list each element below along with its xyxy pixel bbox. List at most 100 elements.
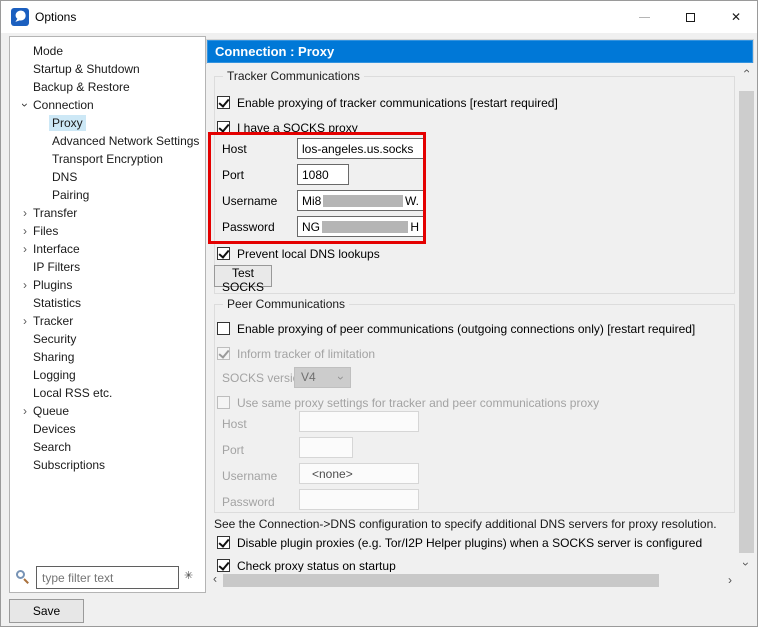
scroll-right-icon[interactable]: › <box>722 572 738 588</box>
filter-bar: ✳ <box>10 565 205 592</box>
filter-input[interactable] <box>36 566 179 589</box>
username-suffix: W. <box>405 194 419 208</box>
username-input[interactable]: Mi8 W. <box>297 190 424 211</box>
peer-host-input <box>299 411 419 432</box>
close-button[interactable]: ✕ <box>713 1 758 33</box>
inform-tracker-checkbox <box>217 347 230 360</box>
group-title: Tracker Communications <box>223 69 364 83</box>
chevron-right-icon[interactable]: › <box>19 204 31 222</box>
vertical-scrollbar-thumb[interactable] <box>739 91 754 553</box>
scroll-up-icon[interactable]: › <box>738 63 754 79</box>
disable-plugin-proxies-checkbox[interactable] <box>217 536 230 549</box>
vuze-logo-icon <box>11 8 29 26</box>
peer-username-label: Username <box>222 469 277 483</box>
host-input[interactable] <box>297 138 425 159</box>
port-label: Port <box>222 168 244 182</box>
chevron-right-icon[interactable]: › <box>19 240 31 258</box>
sidebar-item-pairing[interactable]: Pairing <box>10 186 205 204</box>
sidebar-item-interface[interactable]: ›Interface <box>10 240 205 258</box>
sidebar-item-statistics[interactable]: Statistics <box>10 294 205 312</box>
socks-version-value: V4 <box>301 370 316 384</box>
prevent-dns-label: Prevent local DNS lookups <box>237 247 380 261</box>
save-button[interactable]: Save <box>9 599 84 623</box>
minimize-button[interactable] <box>621 1 667 33</box>
sidebar-item-connection[interactable]: ›Connection <box>10 96 205 114</box>
prevent-dns-checkbox[interactable] <box>217 247 230 260</box>
peer-password-label: Password <box>222 495 275 509</box>
group-title: Peer Communications <box>223 297 349 311</box>
chevron-down-icon[interactable]: › <box>16 99 34 111</box>
peer-port-label: Port <box>222 443 244 457</box>
password-input[interactable]: NG H <box>297 216 424 237</box>
sidebar-item-proxy[interactable]: Proxy <box>10 114 205 132</box>
sidebar-item-startup-shutdown[interactable]: Startup & Shutdown <box>10 60 205 78</box>
chevron-right-icon[interactable]: › <box>19 222 31 240</box>
username-label: Username <box>222 194 277 208</box>
sidebar-item-queue[interactable]: ›Queue <box>10 402 205 420</box>
chevron-right-icon[interactable]: › <box>19 276 31 294</box>
sidebar-item-security[interactable]: Security <box>10 330 205 348</box>
inform-tracker-label: Inform tracker of limitation <box>237 347 375 361</box>
sidebar-item-backup-restore[interactable]: Backup & Restore <box>10 78 205 96</box>
enable-tracker-proxy-label: Enable proxying of tracker communication… <box>237 96 558 110</box>
peer-username-input <box>299 463 419 484</box>
horizontal-scrollbar-thumb[interactable] <box>223 574 659 587</box>
enable-peer-proxy-checkbox[interactable] <box>217 322 230 335</box>
password-label: Password <box>222 220 275 234</box>
options-tree: Mode Startup & Shutdown Backup & Restore… <box>9 36 206 593</box>
vertical-scrollbar[interactable]: › › <box>738 63 755 572</box>
peer-port-input <box>299 437 353 458</box>
sidebar-item-devices[interactable]: Devices <box>10 420 205 438</box>
minimize-icon <box>639 17 650 18</box>
test-socks-button[interactable]: Test SOCKS <box>214 265 272 287</box>
check-proxy-status-checkbox[interactable] <box>217 559 230 572</box>
enable-tracker-proxy-checkbox[interactable] <box>217 96 230 109</box>
sidebar-item-plugins[interactable]: ›Plugins <box>10 276 205 294</box>
sidebar-item-search[interactable]: Search <box>10 438 205 456</box>
have-socks-proxy-label: I have a SOCKS proxy <box>237 121 358 135</box>
host-label: Host <box>222 142 247 156</box>
sidebar-item-sharing[interactable]: Sharing <box>10 348 205 366</box>
check-proxy-status-label: Check proxy status on startup <box>237 559 396 572</box>
sidebar-item-transport-encryption[interactable]: Transport Encryption <box>10 150 205 168</box>
socks-version-dropdown: V4 › <box>294 367 351 388</box>
panel-content: Tracker Communications Enable proxying o… <box>207 63 738 572</box>
dns-note: See the Connection->DNS configuration to… <box>214 517 717 531</box>
sidebar-item-local-rss[interactable]: Local RSS etc. <box>10 384 205 402</box>
sidebar-item-advanced-network-settings[interactable]: Advanced Network Settings <box>10 132 205 150</box>
disable-plugin-proxies-label: Disable plugin proxies (e.g. Tor/I2P Hel… <box>237 536 702 550</box>
chevron-down-icon: › <box>332 372 350 384</box>
maximize-button[interactable] <box>667 1 713 33</box>
search-icon <box>15 569 31 585</box>
scroll-down-icon[interactable]: › <box>738 556 754 572</box>
sidebar-item-subscriptions[interactable]: Subscriptions <box>10 456 205 474</box>
sidebar-item-ip-filters[interactable]: IP Filters <box>10 258 205 276</box>
redaction-block <box>322 221 408 233</box>
sidebar-item-files[interactable]: ›Files <box>10 222 205 240</box>
password-prefix: NG <box>302 220 320 234</box>
sidebar-item-logging[interactable]: Logging <box>10 366 205 384</box>
tree-list: Mode Startup & Shutdown Backup & Restore… <box>10 42 205 474</box>
chevron-right-icon[interactable]: › <box>19 312 31 330</box>
port-input[interactable] <box>297 164 349 185</box>
have-socks-proxy-checkbox[interactable] <box>217 121 230 134</box>
maximize-icon <box>686 13 695 22</box>
page-title: Connection : Proxy <box>207 40 753 63</box>
same-proxy-label: Use same proxy settings for tracker and … <box>237 396 599 410</box>
enable-peer-proxy-label: Enable proxying of peer communications (… <box>237 322 695 336</box>
clear-filter-icon[interactable]: ✳ <box>184 569 193 582</box>
titlebar: Options ✕ <box>1 1 758 33</box>
sidebar-item-dns[interactable]: DNS <box>10 168 205 186</box>
sidebar-item-transfer[interactable]: ›Transfer <box>10 204 205 222</box>
sidebar-item-tracker[interactable]: ›Tracker <box>10 312 205 330</box>
horizontal-scrollbar[interactable]: › › <box>207 572 738 589</box>
close-icon: ✕ <box>731 10 741 24</box>
scroll-left-icon[interactable]: › <box>207 572 223 588</box>
window-title: Options <box>35 10 76 24</box>
password-suffix: H <box>410 220 419 234</box>
chevron-right-icon[interactable]: › <box>19 402 31 420</box>
options-window: Options ✕ Mode Startup & Shutdown Backup… <box>0 0 758 627</box>
username-prefix: Mi8 <box>302 194 321 208</box>
sidebar-item-mode[interactable]: Mode <box>10 42 205 60</box>
redaction-block <box>323 195 403 207</box>
